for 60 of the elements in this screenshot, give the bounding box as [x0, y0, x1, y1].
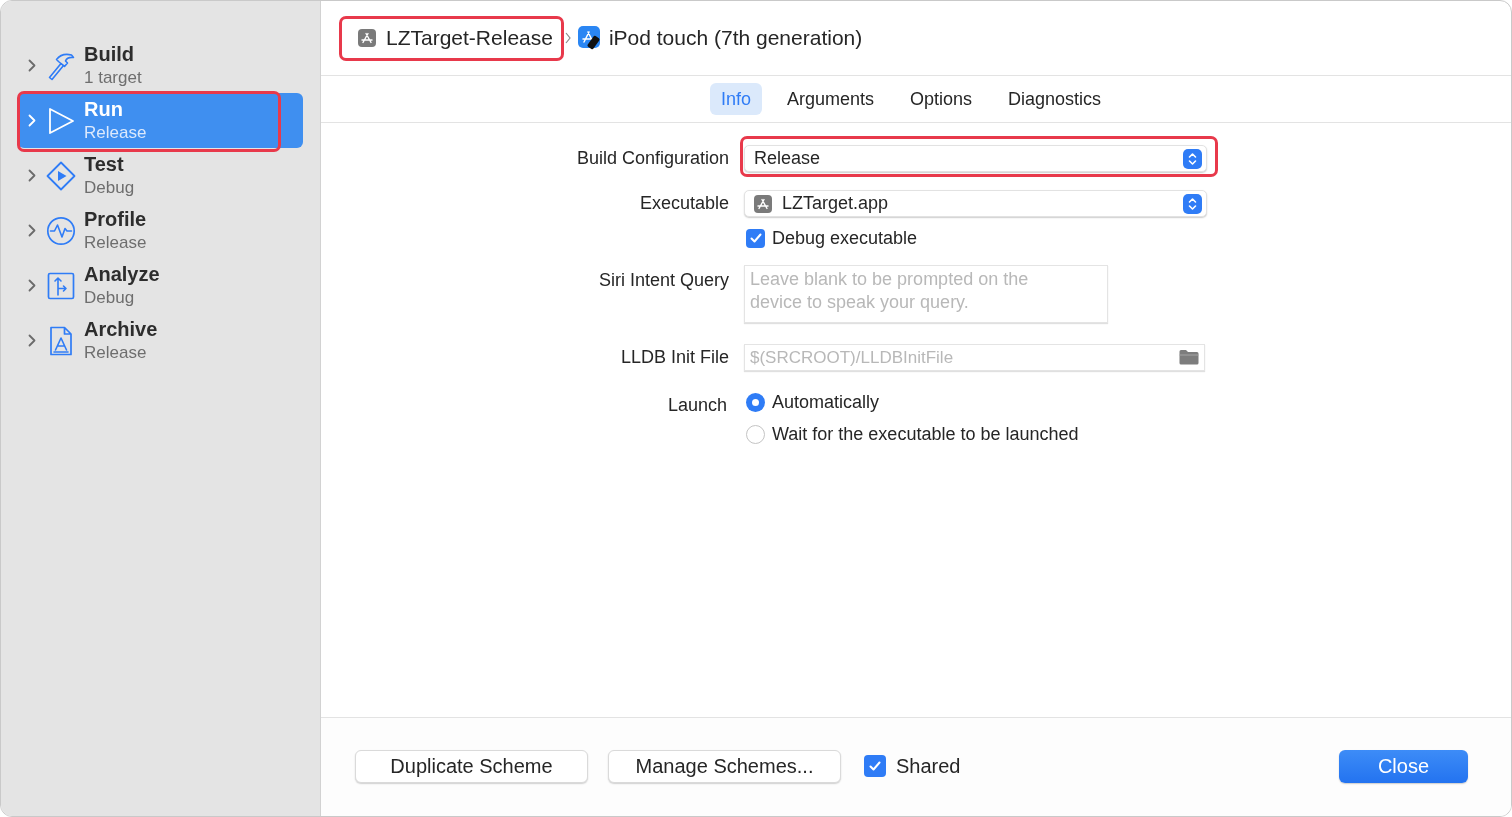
chevron-icon[interactable]: [28, 59, 36, 72]
checkbox[interactable]: [864, 755, 886, 777]
item-title: Test: [84, 152, 125, 176]
chevron-icon[interactable]: [28, 169, 36, 182]
item-subtitle: Release: [84, 341, 148, 364]
field-label: Launch: [667, 394, 727, 417]
radio-button[interactable]: [746, 393, 765, 412]
destination-name[interactable]: iPod touch (7th generation): [608, 22, 863, 54]
play-diamond-icon: [46, 160, 76, 191]
manage-schemes-button[interactable]: Manage Schemes...: [608, 749, 841, 783]
file-path-field[interactable]: $(SRCROOT)/LLDBInitFile: [744, 344, 1205, 371]
scheme-name[interactable]: LZTarget-Release: [386, 22, 553, 54]
stepper-icon: [1183, 193, 1202, 214]
radio-button[interactable]: [746, 425, 765, 444]
tab[interactable]: Arguments: [775, 83, 885, 115]
waveform-icon: [46, 215, 76, 246]
sidebar-item[interactable]: Analyze Debug: [18, 258, 303, 313]
close-button[interactable]: Close: [1339, 749, 1468, 783]
item-title: Run: [84, 97, 124, 121]
item-title: Analyze: [84, 262, 160, 286]
radio-label: Automatically: [772, 391, 880, 414]
tab[interactable]: Diagnostics: [997, 83, 1113, 115]
checkbox-label: Shared: [896, 754, 961, 779]
checkbox[interactable]: [746, 228, 765, 248]
checkmark-icon: [749, 233, 762, 243]
text-area[interactable]: Leave blank to be prompted on the device to speak your query.: [744, 265, 1108, 323]
breadcrumb-chevron-icon: [564, 32, 571, 44]
sidebar-item[interactable]: Profile Release: [18, 203, 303, 258]
popup-menu[interactable]: LZTarget.app: [744, 190, 1207, 217]
item-subtitle: Release: [84, 121, 147, 144]
play-icon: [46, 105, 76, 136]
app-icon: [754, 194, 772, 213]
popup-value: Release: [754, 147, 822, 170]
app-icon: [358, 29, 376, 47]
app-phone-icon: [577, 26, 602, 50]
radio-label: Wait for the executable to be launched: [772, 423, 1079, 446]
field-label: LLDB Init File: [620, 346, 729, 369]
item-subtitle: Debug: [84, 286, 136, 309]
item-title: Profile: [84, 207, 147, 231]
field-label: Siri Intent Query: [598, 269, 729, 292]
popup-value: LZTarget.app: [782, 192, 890, 215]
sidebar-item[interactable]: Build 1 target: [18, 38, 303, 93]
chevron-icon[interactable]: [28, 334, 36, 347]
tab[interactable]: Options: [899, 83, 984, 115]
stepper-icon: [1183, 148, 1202, 169]
duplicate-scheme-button[interactable]: Duplicate Scheme: [355, 749, 588, 783]
item-subtitle: 1 target: [84, 66, 142, 89]
chevron-icon[interactable]: [28, 279, 36, 292]
item-title: Build: [84, 42, 135, 66]
field-label: Executable: [639, 192, 729, 215]
popup-menu[interactable]: Release: [744, 145, 1207, 172]
checkbox-label: Debug executable: [772, 226, 918, 250]
item-title: Archive: [84, 317, 158, 341]
item-subtitle: Debug: [84, 176, 135, 199]
sidebar-item[interactable]: Archive Release: [18, 313, 303, 368]
chevron-icon[interactable]: [28, 224, 36, 237]
item-subtitle: Release: [84, 231, 147, 254]
sidebar-item[interactable]: Test Debug: [18, 148, 303, 203]
field-label: Build Configuration: [576, 147, 729, 170]
checkmark-icon: [869, 761, 881, 771]
